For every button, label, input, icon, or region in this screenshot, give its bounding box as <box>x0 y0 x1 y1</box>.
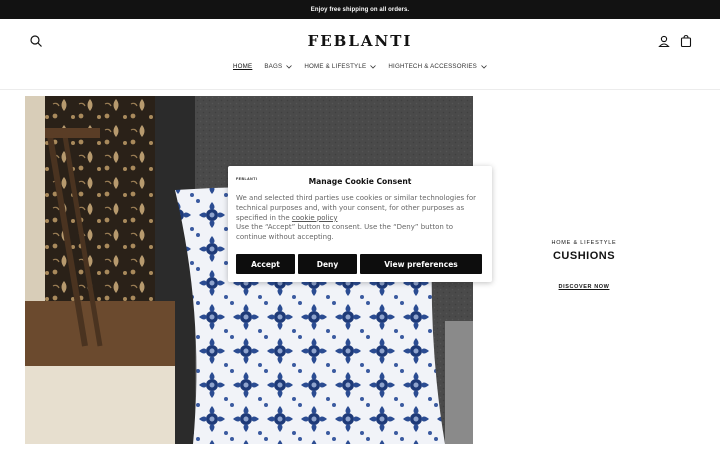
consent-body: We and selected third parties use cookie… <box>236 194 484 243</box>
accept-button[interactable]: Accept <box>236 254 295 274</box>
nav-label: HOME <box>232 63 253 70</box>
brand-logo[interactable]: FEBLANTI <box>0 32 720 50</box>
consent-title: Manage Cookie Consent <box>308 177 412 186</box>
nav-item-home[interactable]: HOME <box>233 63 252 70</box>
nav-label: BAGS <box>264 63 283 70</box>
promo-block: HOME & LIFESTYLE CUSHIONS DISCOVER NOW <box>520 240 648 293</box>
consent-text-1: We and selected third parties use cookie… <box>236 194 476 222</box>
main-nav: HOME BAGS HOME & LIFESTYLE HIGHTECH & AC… <box>0 63 720 70</box>
promo-title: CUSHIONS <box>552 250 616 262</box>
chevron-down-icon <box>370 64 377 69</box>
nav-label: HIGHTECH & ACCESSORIES <box>388 63 477 70</box>
chevron-down-icon <box>286 64 293 69</box>
site-header: FEBLANTI HOME BAGS HOME & LIFESTYLE HIGH… <box>0 19 720 90</box>
account-button[interactable] <box>657 34 671 48</box>
consent-text-2: Use the “Accept” button to consent. Use … <box>236 223 454 242</box>
discover-now-link[interactable]: DISCOVER NOW <box>559 284 610 290</box>
announcement-bar: Enjoy free shipping on all orders. <box>0 0 720 19</box>
nav-label: HOME & LIFESTYLE <box>304 63 367 70</box>
chevron-down-icon <box>481 64 487 69</box>
user-icon <box>658 35 670 48</box>
announcement-text: Enjoy free shipping on all orders. <box>310 6 410 13</box>
deny-button[interactable]: Deny <box>298 254 357 274</box>
cookie-policy-link[interactable]: cookie policy <box>292 214 338 222</box>
nav-item-home-lifestyle[interactable]: HOME & LIFESTYLE <box>304 63 377 70</box>
nav-item-hightech[interactable]: HIGHTECH & ACCESSORIES <box>388 63 487 70</box>
cart-button[interactable] <box>679 34 693 48</box>
view-preferences-button[interactable]: View preferences <box>360 254 482 274</box>
promo-kicker: HOME & LIFESTYLE <box>551 240 617 246</box>
bag-icon <box>680 34 692 48</box>
nav-item-bags[interactable]: BAGS <box>264 63 293 70</box>
cookie-consent-dialog: FEBLANTI Manage Cookie Consent We and se… <box>228 166 492 282</box>
